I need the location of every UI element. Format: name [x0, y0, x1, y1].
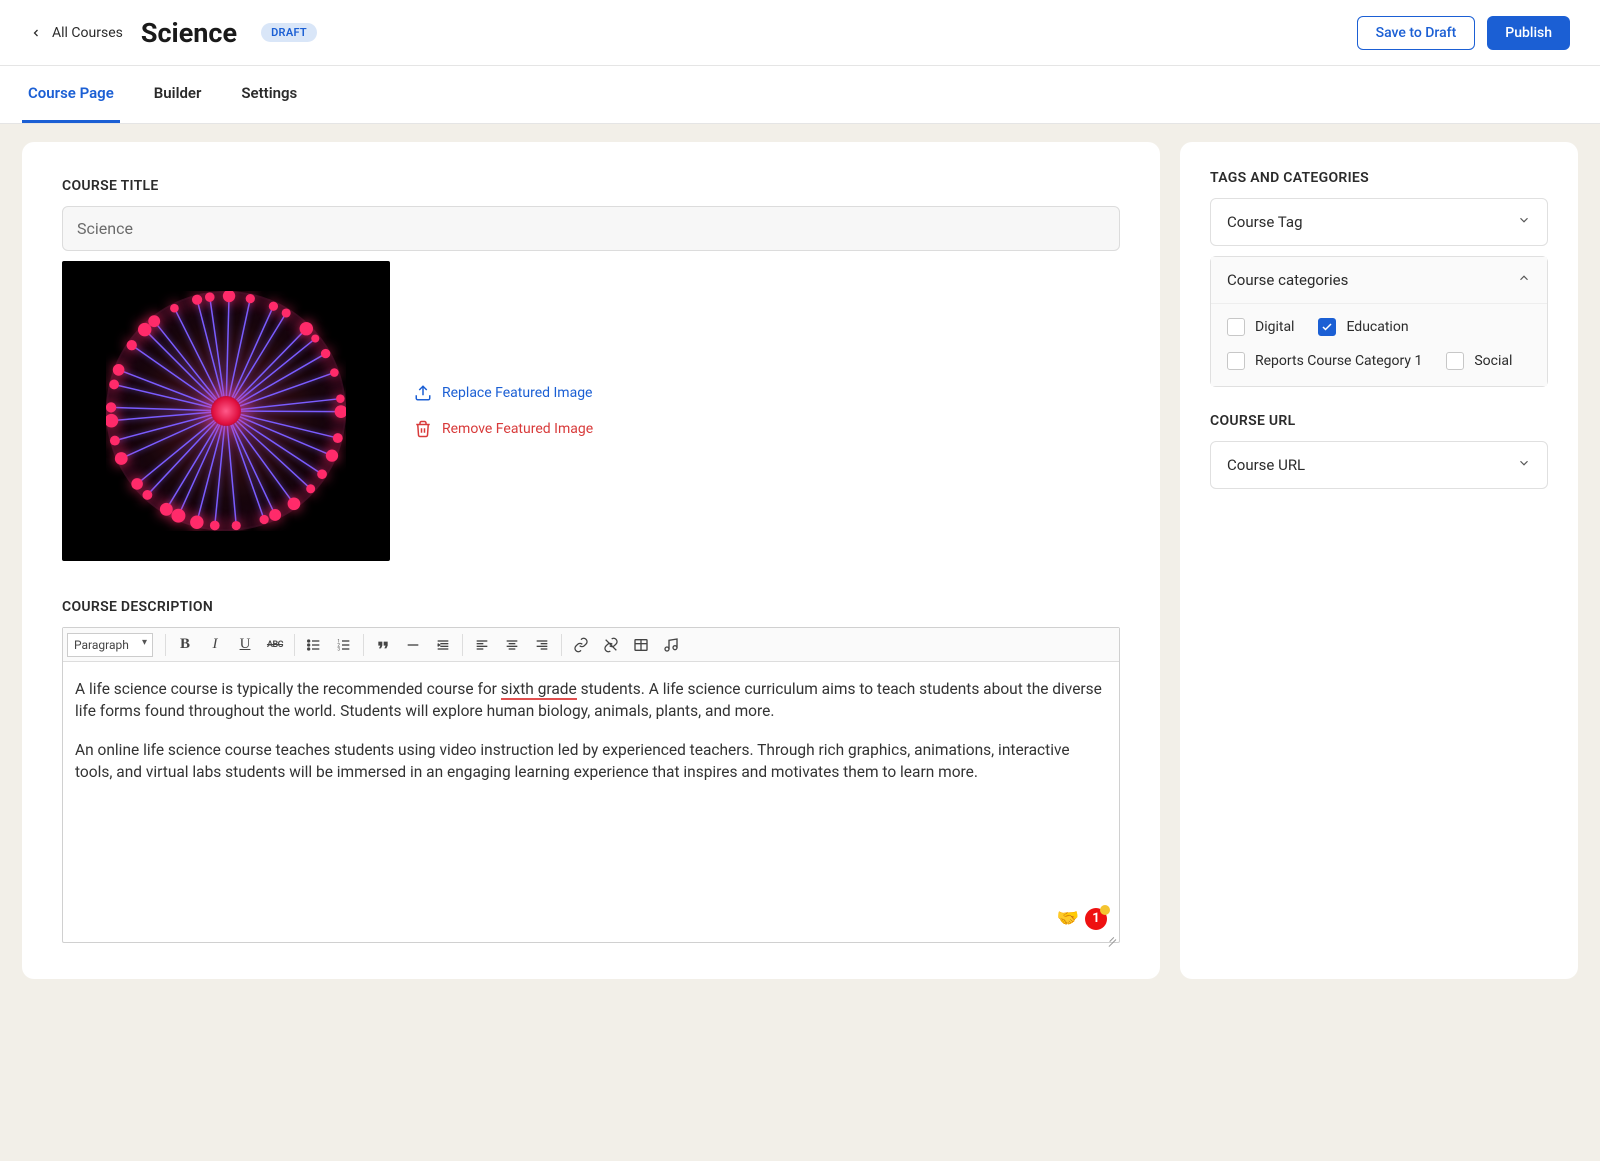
tab-settings[interactable]: Settings — [235, 66, 303, 123]
chevron-down-icon — [1517, 213, 1531, 231]
course-description-section: COURSE DESCRIPTION Paragraph B I U ABC — [62, 599, 1120, 943]
category-checkbox-digital[interactable]: Digital — [1227, 318, 1294, 336]
course-categories-toggle[interactable]: Course categories — [1211, 257, 1547, 303]
course-categories-label: Course categories — [1227, 271, 1348, 289]
checkbox-icon — [1227, 318, 1245, 336]
horizontal-rule-button[interactable] — [398, 630, 428, 660]
course-url-label: Course URL — [1227, 456, 1305, 474]
unlink-button[interactable] — [596, 630, 626, 660]
featured-image-actions: Replace Featured Image Remove Featured I… — [414, 384, 593, 438]
italic-button[interactable]: I — [200, 630, 230, 660]
rich-text-editor: Paragraph B I U ABC 123 — [62, 627, 1120, 943]
course-tag-label: Course Tag — [1227, 213, 1303, 231]
bold-button[interactable]: B — [170, 630, 200, 660]
align-right-button[interactable] — [527, 630, 557, 660]
course-title-input[interactable] — [62, 206, 1120, 251]
category-checkbox-education[interactable]: Education — [1318, 318, 1408, 336]
course-tag-accordion: Course Tag — [1210, 198, 1548, 246]
back-to-courses-link[interactable]: All Courses — [30, 25, 123, 41]
category-label: Digital — [1255, 319, 1294, 335]
blockquote-button[interactable] — [368, 630, 398, 660]
indent-button[interactable] — [428, 630, 458, 660]
course-name: Science — [141, 17, 237, 49]
checkbox-icon — [1227, 352, 1245, 370]
chevron-left-icon — [30, 27, 42, 39]
chevron-up-icon — [1517, 271, 1531, 289]
media-button[interactable] — [656, 630, 686, 660]
content-area: COURSE TITLE Replace Featured Image — [0, 124, 1600, 1003]
editor-textarea[interactable]: A life science course is typically the r… — [63, 662, 1119, 942]
tab-builder[interactable]: Builder — [148, 66, 208, 123]
category-label: Reports Course Category 1 — [1255, 353, 1422, 369]
toolbar-separator — [561, 634, 562, 656]
format-select[interactable]: Paragraph — [67, 633, 153, 657]
bullet-list-button[interactable] — [299, 630, 329, 660]
strikethrough-button[interactable]: ABC — [260, 630, 290, 660]
category-checkbox-social[interactable]: Social — [1446, 352, 1512, 370]
checkbox-icon — [1446, 352, 1464, 370]
featured-image[interactable] — [62, 261, 390, 561]
top-bar-left: All Courses Science DRAFT — [30, 17, 317, 49]
tags-section-label: TAGS AND CATEGORIES — [1210, 170, 1548, 186]
course-url-section: COURSE URL Course URL — [1210, 413, 1548, 489]
tabs-nav: Course Page Builder Settings — [0, 66, 1600, 124]
sidebar-panel: TAGS AND CATEGORIES Course Tag Course ca… — [1180, 142, 1578, 979]
plasma-ball-image — [106, 291, 346, 531]
course-url-accordion: Course URL — [1210, 441, 1548, 489]
toolbar-separator — [294, 634, 295, 656]
course-title-label: COURSE TITLE — [62, 178, 1120, 194]
notification-badge[interactable]: 1 — [1085, 908, 1107, 930]
categories-list: Digital Education Reports Course Categor… — [1227, 308, 1531, 370]
align-left-button[interactable] — [467, 630, 497, 660]
spelling-error: sixth grade — [501, 680, 577, 700]
featured-image-row: Replace Featured Image Remove Featured I… — [62, 261, 1120, 561]
table-button[interactable] — [626, 630, 656, 660]
desc-text: A life science course is typically the r… — [75, 680, 501, 698]
toolbar-separator — [165, 634, 166, 656]
publish-button[interactable]: Publish — [1487, 16, 1570, 50]
toolbar-separator — [462, 634, 463, 656]
link-button[interactable] — [566, 630, 596, 660]
save-draft-button[interactable]: Save to Draft — [1357, 16, 1476, 50]
toolbar-separator — [363, 634, 364, 656]
remove-featured-image-link[interactable]: Remove Featured Image — [414, 420, 593, 438]
course-description-label: COURSE DESCRIPTION — [62, 599, 1120, 615]
tab-course-page[interactable]: Course Page — [22, 66, 120, 123]
align-center-button[interactable] — [497, 630, 527, 660]
category-label: Education — [1346, 319, 1408, 335]
category-label: Social — [1474, 353, 1512, 369]
resize-handle[interactable] — [1106, 930, 1116, 940]
underline-button[interactable]: U — [230, 630, 260, 660]
course-url-toggle[interactable]: Course URL — [1211, 442, 1547, 488]
numbered-list-button[interactable]: 123 — [329, 630, 359, 660]
upload-icon — [414, 384, 432, 402]
course-categories-accordion: Course categories Digital Education Repo… — [1210, 256, 1548, 387]
back-label: All Courses — [52, 25, 123, 41]
editor-toolbar: Paragraph B I U ABC 123 — [63, 628, 1119, 662]
handshake-icon[interactable]: 🤝 — [1057, 906, 1079, 932]
category-checkbox-reports[interactable]: Reports Course Category 1 — [1227, 352, 1422, 370]
course-url-section-label: COURSE URL — [1210, 413, 1548, 429]
main-panel: COURSE TITLE Replace Featured Image — [22, 142, 1160, 979]
replace-featured-image-link[interactable]: Replace Featured Image — [414, 384, 593, 402]
desc-text: An online life science course teaches st… — [75, 739, 1107, 784]
course-categories-body: Digital Education Reports Course Categor… — [1211, 303, 1547, 386]
chevron-down-icon — [1517, 456, 1531, 474]
top-bar-actions: Save to Draft Publish — [1357, 16, 1570, 50]
format-select-wrap: Paragraph — [67, 633, 153, 657]
top-bar: All Courses Science DRAFT Save to Draft … — [0, 0, 1600, 66]
editor-corner-badges: 🤝 1 — [1057, 906, 1107, 932]
trash-icon — [414, 420, 432, 438]
remove-featured-image-label: Remove Featured Image — [442, 421, 593, 437]
status-badge: DRAFT — [261, 23, 317, 42]
checkbox-icon — [1318, 318, 1336, 336]
replace-featured-image-label: Replace Featured Image — [442, 385, 592, 401]
svg-text:3: 3 — [337, 646, 340, 652]
course-tag-toggle[interactable]: Course Tag — [1211, 199, 1547, 245]
